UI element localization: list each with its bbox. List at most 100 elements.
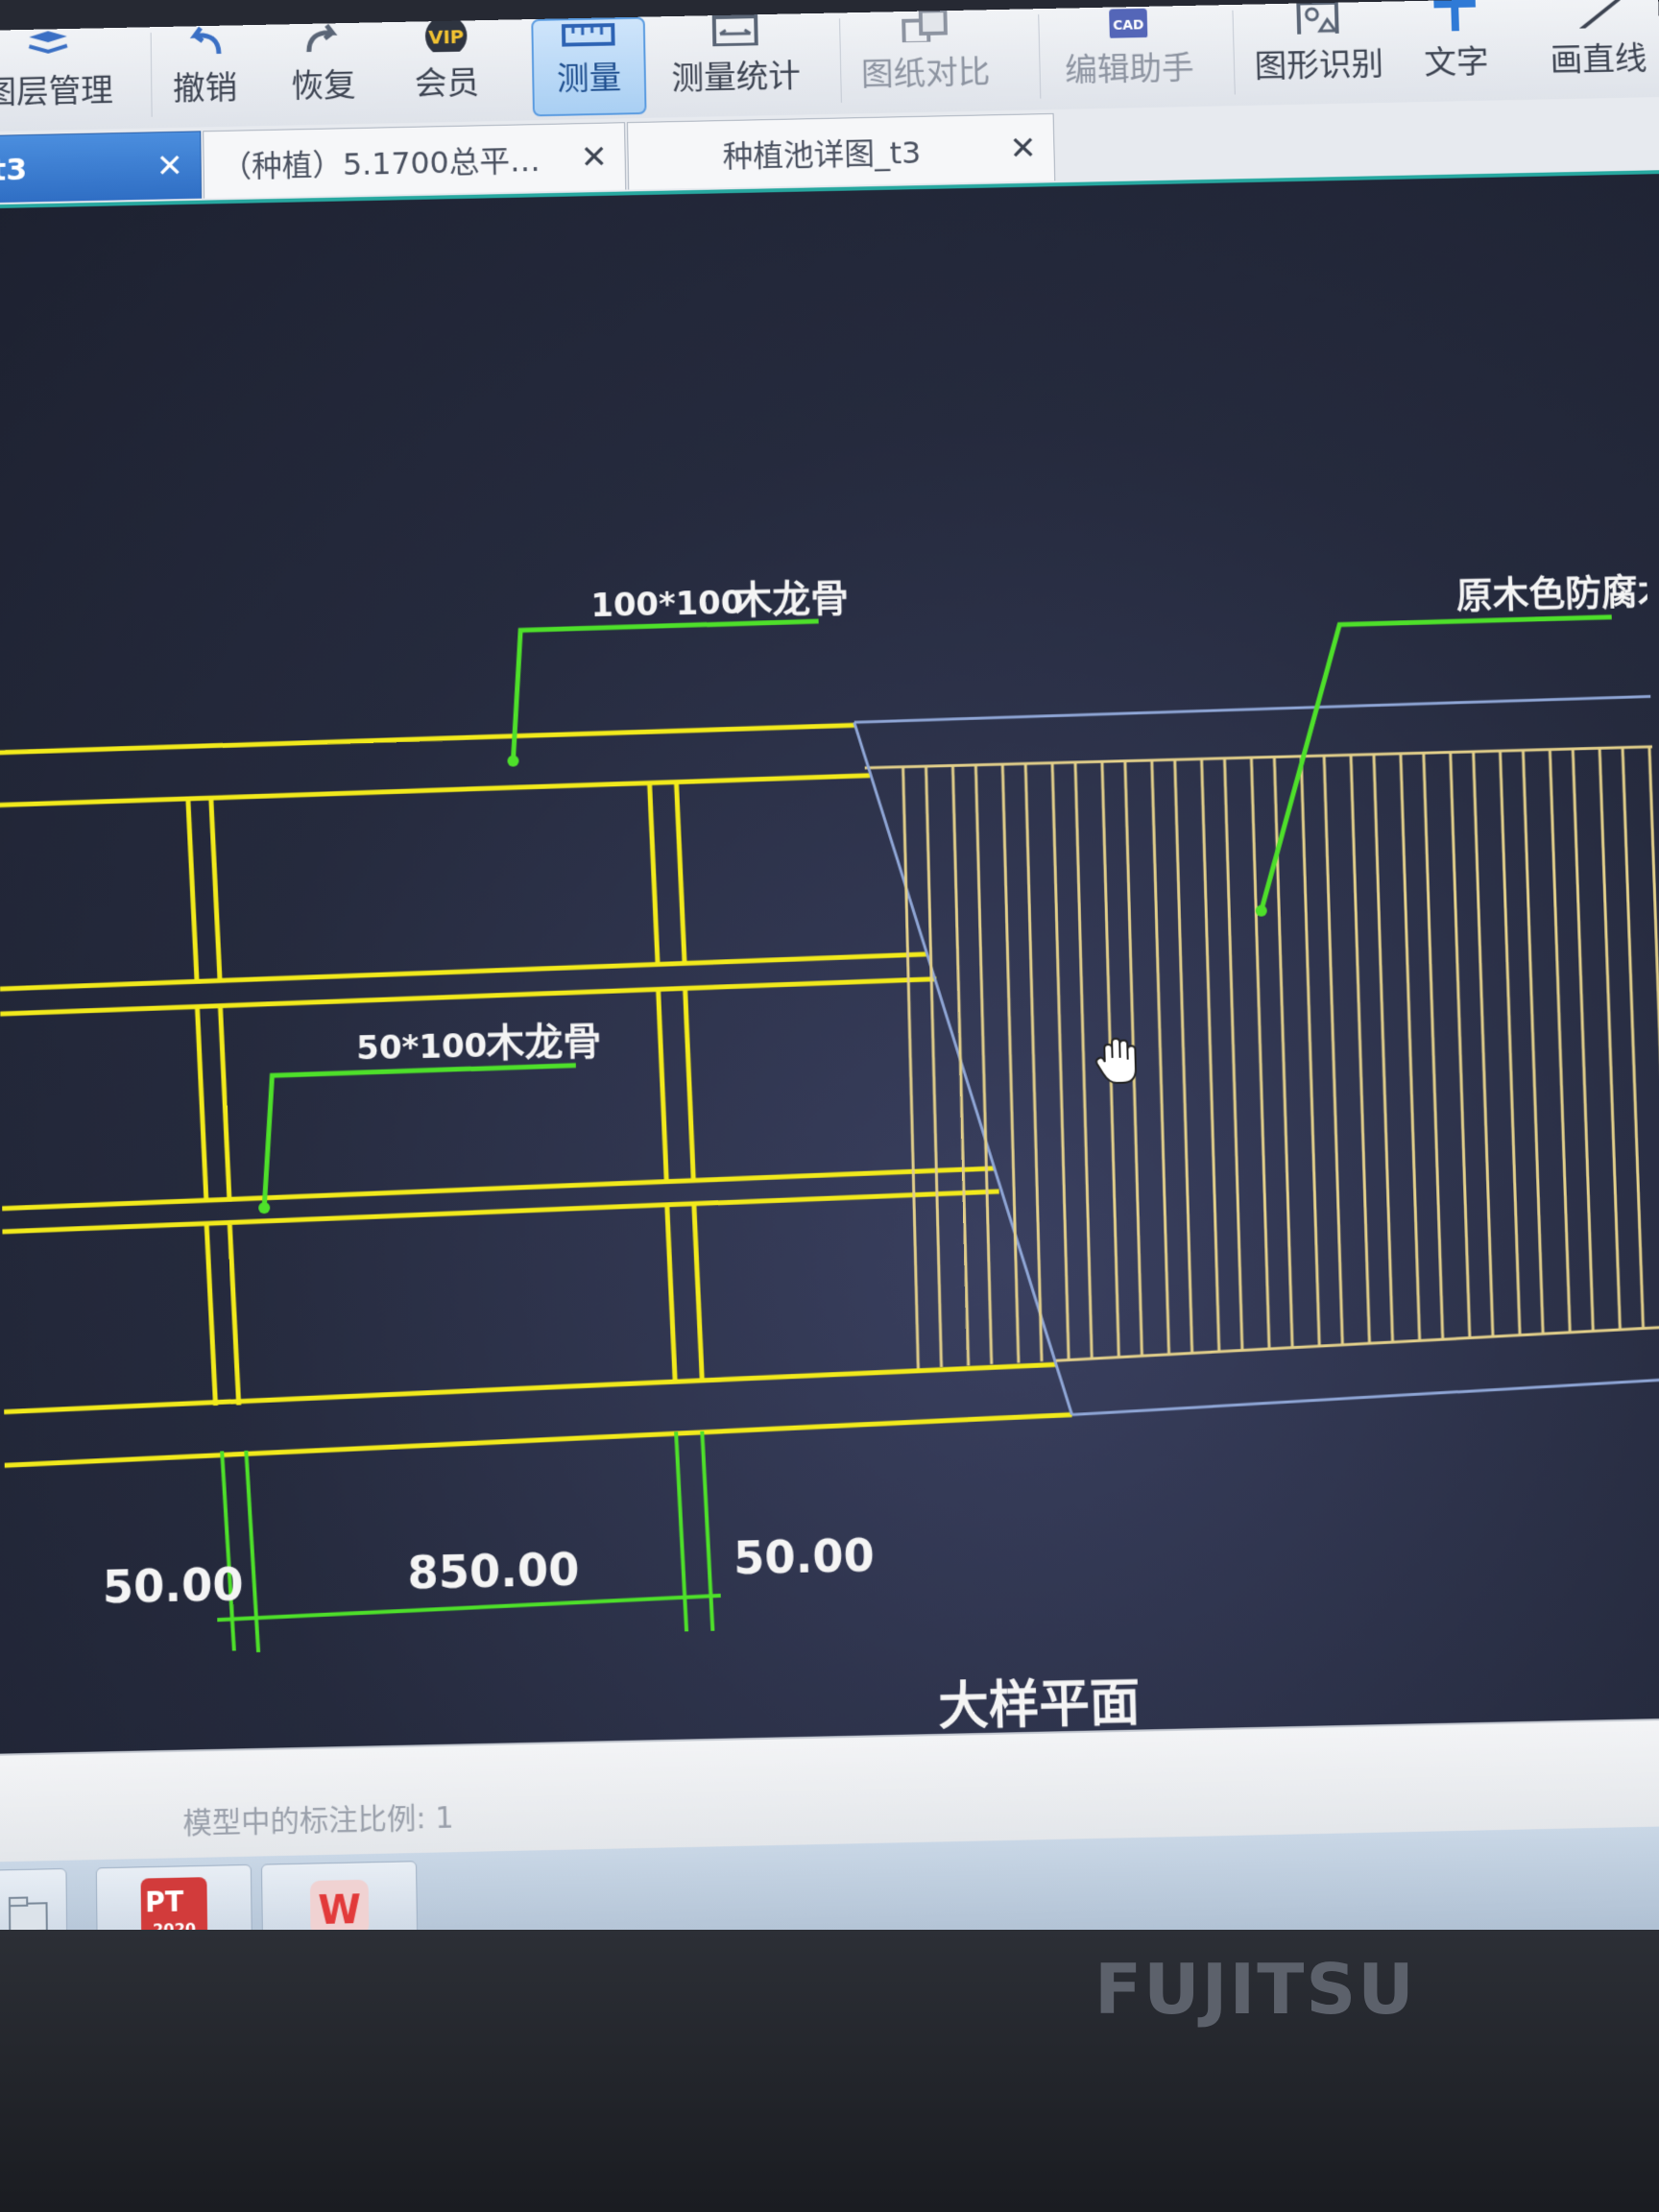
wood-slat [1501, 751, 1521, 1335]
dim-ext-3 [676, 1431, 686, 1631]
redo-icon [295, 23, 352, 55]
post-right-b3 [694, 1204, 703, 1381]
wood-slat [1550, 750, 1570, 1333]
measure-stats-button[interactable]: 测量统计 [663, 13, 807, 113]
tab-planting-pool-detail[interactable]: 种植池详图_t3 ✕ [627, 113, 1055, 190]
wood-slat [1002, 764, 1019, 1363]
annotation-material-right: 原木色防腐木 [1455, 570, 1659, 617]
dim-ext-2 [246, 1451, 258, 1652]
vip-button[interactable]: VIP 会员 [398, 20, 494, 119]
leader-right [1254, 617, 1622, 911]
text-tool-button[interactable]: 文字 [1412, 0, 1501, 98]
leader-lines [256, 605, 1629, 1208]
shape-recognition-button[interactable]: 图形识别 [1241, 2, 1396, 103]
wood-slat [1474, 752, 1493, 1337]
bottom-rail [4, 1415, 1072, 1466]
dimension-lines [215, 1431, 722, 1652]
wood-slat [1175, 759, 1192, 1353]
drawing-title-partial: 大样平面 [938, 1673, 1142, 1737]
annotation-size-mid: 50*100 [356, 1026, 488, 1067]
post-left-b [211, 799, 220, 983]
dim-line [217, 1596, 721, 1620]
wood-slat [1301, 757, 1319, 1347]
wood-slat [952, 765, 968, 1365]
annotation-material-mid: 木龙骨 [486, 1020, 602, 1067]
close-icon[interactable]: ✕ [156, 147, 183, 185]
post-right-a [650, 783, 658, 963]
measure-stats-icon [705, 14, 766, 46]
top-rail-1 [0, 725, 854, 753]
post-left-a3 [206, 1225, 215, 1406]
cad-drawing: 100*100 木龙骨 50*100 木龙骨 原木色防腐木 50.00 850.… [0, 174, 1659, 1754]
close-icon[interactable]: ✕ [1009, 129, 1037, 167]
wood-slat [1599, 748, 1620, 1330]
tab-t3[interactable]: t3 ✕ [0, 131, 202, 203]
svg-text:W: W [318, 1887, 361, 1934]
post-right-a2 [659, 989, 667, 1182]
undo-label: 撤销 [173, 61, 238, 108]
close-icon[interactable]: ✕ [580, 138, 608, 177]
tab-planting-plan[interactable]: （种植）5.1700总平… ✕ [203, 122, 626, 198]
dimension-left: 50.00 [103, 1558, 244, 1613]
post-right-b [676, 783, 685, 963]
post-left-b2 [220, 1007, 229, 1202]
shape-recognition-label: 图形识别 [1254, 38, 1384, 87]
tab-label: （种植）5.1700总平… [221, 136, 569, 186]
dimension-middle: 850.00 [407, 1544, 580, 1599]
dim-ext-4 [702, 1431, 712, 1631]
leader-dot [258, 1202, 270, 1214]
rail-7 [4, 1364, 1057, 1411]
dimension-right: 50.00 [733, 1529, 876, 1584]
undo-icon [176, 25, 233, 57]
measure-button[interactable]: 测量 [531, 17, 646, 117]
wood-slat [926, 766, 942, 1367]
redo-button[interactable]: 恢复 [280, 23, 367, 122]
wood-slat [1075, 762, 1092, 1358]
wood-slat [1251, 757, 1269, 1349]
edit-assistant-label: 编辑助手 [1065, 42, 1194, 91]
rail-6 [2, 1191, 999, 1232]
wood-slat [1152, 760, 1169, 1355]
wood-slat [1351, 755, 1369, 1343]
wood-slat [1623, 748, 1643, 1329]
post-left-a2 [197, 1008, 205, 1203]
leader-dot [507, 755, 518, 766]
drawing-compare-button[interactable]: 图纸对比 [854, 10, 998, 109]
layer-manager-button[interactable]: 图层管理 [0, 28, 106, 128]
status-text: 模型中的标注比例: 1 [182, 1793, 454, 1842]
vip-icon: VIP [413, 20, 480, 53]
undo-button[interactable]: 撤销 [161, 25, 248, 124]
svg-text:PT: PT [145, 1886, 184, 1919]
draw-line-button[interactable]: 画直线 [1535, 0, 1659, 96]
wood-slat [1202, 758, 1219, 1352]
layers-icon [19, 29, 77, 60]
wood-slat [1225, 758, 1242, 1351]
wood-slat [1451, 752, 1470, 1337]
edit-assistant-button[interactable]: CAD 编辑助手 [1052, 6, 1207, 107]
slat-bottom-edge [1071, 1379, 1659, 1415]
top-rail-2 [0, 776, 870, 805]
wood-slat [1374, 755, 1393, 1342]
compare-icon [894, 11, 955, 42]
draw-line-label: 画直线 [1550, 33, 1647, 81]
slat-top-edge [854, 696, 1659, 722]
post-right-a3 [667, 1204, 675, 1381]
annotation-size-top: 100*100 [590, 584, 744, 624]
edit-assistant-icon: CAD [1097, 7, 1159, 38]
ruler-icon [558, 19, 619, 48]
wood-slat [1324, 756, 1342, 1345]
wood-slat [1649, 747, 1659, 1327]
vip-label: 会员 [414, 57, 479, 104]
wood-slat [1052, 763, 1069, 1360]
tab-label: t3 [0, 149, 145, 187]
line-icon [1568, 0, 1625, 29]
hand-cursor-icon [1095, 1038, 1136, 1083]
wood-slat-section [854, 696, 1659, 1419]
drawing-canvas[interactable]: 100*100 木龙骨 50*100 木龙骨 原木色防腐木 50.00 850.… [0, 174, 1659, 1754]
wood-slat [1523, 750, 1543, 1334]
svg-text:VIP: VIP [428, 26, 464, 48]
slat-inner-top [865, 747, 1659, 768]
drawing-compare-label: 图纸对比 [860, 46, 990, 95]
rail-5 [2, 1168, 994, 1209]
measure-stats-label: 测量统计 [671, 50, 801, 99]
